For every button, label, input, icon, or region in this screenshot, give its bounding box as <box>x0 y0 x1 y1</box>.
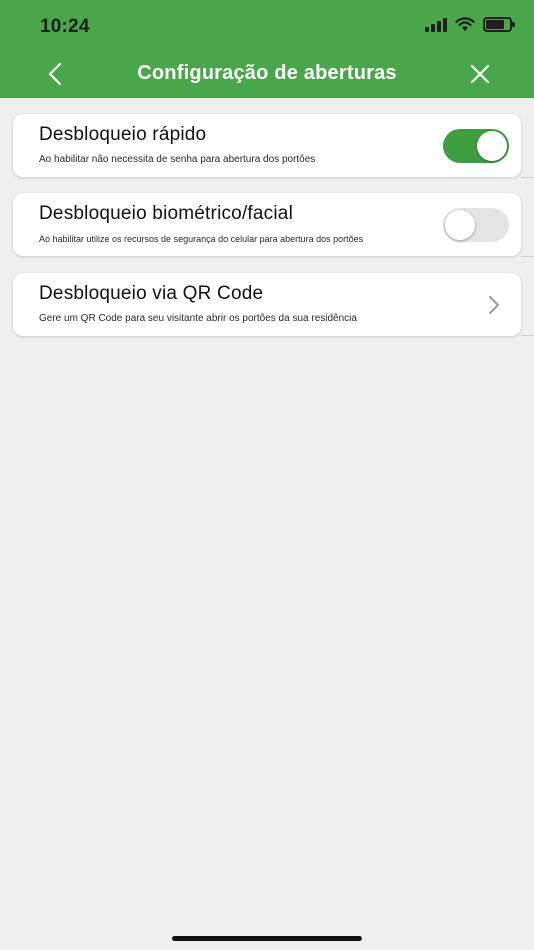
app-header: 10:24 Configuração de aberturas <box>0 0 534 98</box>
setting-description: Ao habilitar utilize os recursos de segu… <box>39 234 364 244</box>
setting-title: Desbloqueio rápido <box>39 124 207 145</box>
chevron-right-icon <box>489 296 499 314</box>
toggle-knob <box>477 131 507 161</box>
setting-description: Ao habilitar não necessita de senha para… <box>39 154 316 165</box>
wifi-icon <box>455 17 475 31</box>
quick-unlock-toggle[interactable] <box>443 129 509 163</box>
divider <box>521 256 534 257</box>
page-title: Configuração de aberturas <box>137 62 397 84</box>
biometric-unlock-toggle[interactable] <box>443 208 509 242</box>
setting-qr-code-unlock[interactable]: Desbloqueio via QR Code Gere um QR Code … <box>13 273 521 336</box>
status-time: 10:24 <box>40 16 90 37</box>
setting-title: Desbloqueio via QR Code <box>39 283 264 304</box>
screen: 10:24 Configuração de aberturas Desbloqu… <box>0 0 534 950</box>
close-icon[interactable] <box>466 60 494 88</box>
divider <box>521 335 534 336</box>
cellular-signal-icon <box>425 17 447 32</box>
setting-description: Gere um QR Code para seu visitante abrir… <box>39 313 357 324</box>
divider <box>521 177 534 178</box>
battery-icon <box>483 17 515 32</box>
toggle-knob <box>445 210 475 240</box>
status-icons <box>425 17 515 32</box>
setting-quick-unlock: Desbloqueio rápido Ao habilitar não nece… <box>13 114 521 177</box>
home-indicator[interactable] <box>172 936 362 941</box>
setting-title: Desbloqueio biométrico/facial <box>39 203 293 224</box>
setting-biometric-unlock: Desbloqueio biométrico/facial Ao habilit… <box>13 193 521 256</box>
